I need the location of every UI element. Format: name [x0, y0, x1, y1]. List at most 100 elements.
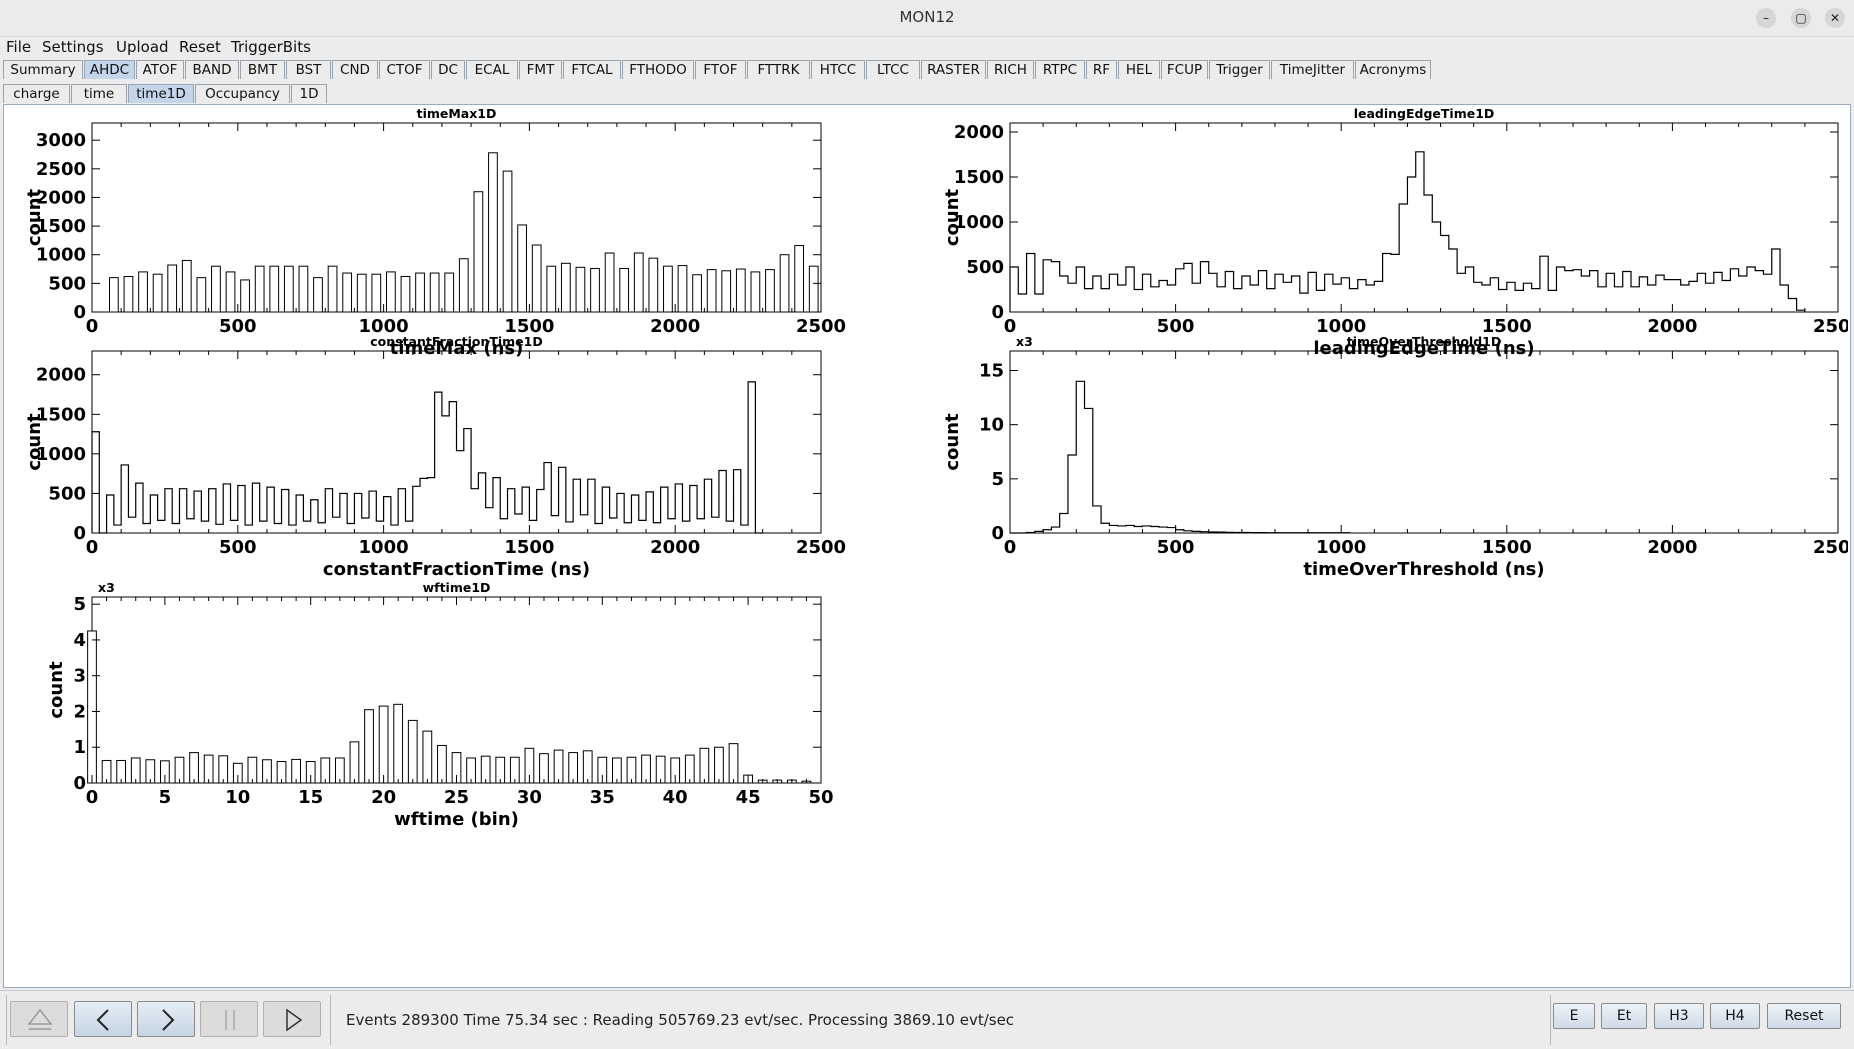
tab-ftof[interactable]: FTOF — [695, 60, 746, 79]
chart4-bar — [393, 703, 404, 784]
h3-button[interactable]: H3 — [1654, 1003, 1704, 1029]
pause-icon — [225, 1010, 235, 1030]
chart4-bar — [364, 709, 374, 784]
maximize-button[interactable]: ▢ — [1791, 8, 1811, 28]
chart4-bar — [655, 755, 666, 784]
pause-button[interactable] — [200, 1001, 258, 1037]
chart0-xtick-label: 2000 — [650, 316, 700, 337]
tab-band[interactable]: BAND — [185, 60, 239, 79]
chart0-bar — [386, 271, 396, 313]
chart4-xlabel: wftime (bin) — [394, 809, 519, 830]
chart0-bar — [444, 272, 455, 313]
chart2-xlabel: constantFractionTime (ns) — [323, 559, 590, 580]
chart3-scale-label: x3 — [1016, 334, 1033, 349]
chart4-xtick-label: 5 — [159, 787, 172, 808]
minimize-button[interactable]: – — [1756, 8, 1776, 28]
chart1-title: leadingEdgeTime1D — [1354, 106, 1495, 121]
subtab-time[interactable]: time — [71, 84, 127, 103]
menu-settings[interactable]: Settings — [42, 36, 104, 58]
chart4-ytick-label: 4 — [73, 630, 86, 651]
tab-cnd[interactable]: CND — [332, 60, 378, 79]
tab-dc[interactable]: DC — [431, 60, 465, 79]
tab-fmt[interactable]: FMT — [519, 60, 562, 79]
tab-ftcal[interactable]: FTCAL — [563, 60, 621, 79]
tab-ctof[interactable]: CTOF — [379, 60, 430, 79]
reset-button[interactable]: Reset — [1767, 1003, 1841, 1029]
chart4-bar — [437, 744, 447, 784]
chart3-xtick-label: 0 — [1004, 537, 1017, 558]
chart4-xtick-label: 0 — [86, 787, 99, 808]
tab-fttrk[interactable]: FTTRK — [747, 60, 810, 79]
tab-summary[interactable]: Summary — [3, 60, 83, 79]
maximize-icon: ▢ — [1795, 11, 1807, 25]
previous-button[interactable] — [74, 1001, 132, 1037]
chart0-bar — [283, 265, 294, 313]
subtab-1d[interactable]: 1D — [291, 84, 327, 103]
chart0-ytick-label: 0 — [73, 302, 86, 323]
chart3-ytick-label: 10 — [979, 415, 1004, 436]
chart0-ylabel: count — [24, 188, 45, 246]
et-button[interactable]: Et — [1601, 1003, 1647, 1029]
chart3-ytick-label: 5 — [991, 469, 1004, 490]
subtab-time1d[interactable]: time1D — [128, 84, 194, 103]
tab-rich[interactable]: RICH — [987, 60, 1034, 79]
chevron-right-icon — [162, 1009, 175, 1031]
tab-bst[interactable]: BST — [286, 60, 331, 79]
tab-ahdc[interactable]: AHDC — [84, 60, 135, 79]
chart4-bar — [378, 705, 389, 784]
tab-bmt[interactable]: BMT — [240, 60, 285, 79]
next-button[interactable] — [137, 1001, 195, 1037]
menu-triggerbits[interactable]: TriggerBits — [231, 36, 311, 58]
tab-ecal[interactable]: ECAL — [466, 60, 518, 79]
h4-button[interactable]: H4 — [1710, 1003, 1760, 1029]
tab-fthodo[interactable]: FTHODO — [622, 60, 694, 79]
status-text: Events 289300 Time 75.34 sec : Reading 5… — [346, 1011, 1015, 1029]
play-icon — [286, 1008, 303, 1032]
chart0-bar — [677, 265, 688, 313]
subtab-occupancy[interactable]: Occupancy — [195, 84, 290, 103]
chart0-bar — [371, 273, 382, 313]
chart4-bar — [203, 754, 214, 784]
chart0-bar — [196, 277, 207, 313]
chart4-xtick-label: 35 — [590, 787, 615, 808]
tab-atof[interactable]: ATOF — [136, 60, 184, 79]
chart3-xtick-label: 2500 — [1813, 537, 1848, 558]
eject-button[interactable] — [10, 1001, 68, 1037]
chart3-xtick-label: 2000 — [1647, 537, 1697, 558]
chart4-bar — [728, 743, 739, 784]
tab-trigger[interactable]: Trigger — [1209, 60, 1270, 79]
tab-rtpc[interactable]: RTPC — [1035, 60, 1085, 79]
menu-file[interactable]: File — [6, 36, 31, 58]
chart4-bar — [218, 755, 229, 784]
tab-htcc[interactable]: HTCC — [811, 60, 865, 79]
chart0-bar — [575, 266, 586, 313]
chart4-bar — [684, 754, 695, 784]
tab-raster[interactable]: RASTER — [921, 60, 986, 79]
tab-hel[interactable]: HEL — [1118, 60, 1160, 79]
tab-acronyms[interactable]: Acronyms — [1355, 60, 1431, 79]
tab-ltcc[interactable]: LTCC — [866, 60, 920, 79]
chart3-xtick-label: 1000 — [1316, 537, 1366, 558]
play-button[interactable] — [263, 1001, 321, 1037]
chart0-bar — [181, 259, 192, 313]
chart2-xtick-label: 0 — [86, 537, 99, 558]
subtab-charge[interactable]: charge — [3, 84, 70, 103]
chart0-xtick-label: 500 — [219, 316, 257, 337]
chart4-ytick-label: 5 — [73, 594, 86, 615]
chart0-xtick-label: 0 — [86, 316, 99, 337]
e-button[interactable]: E — [1553, 1003, 1595, 1029]
tab-rf[interactable]: RF — [1086, 60, 1117, 79]
chart0-bar — [356, 273, 367, 313]
chart0-bar — [648, 257, 659, 313]
menu-reset[interactable]: Reset — [179, 36, 221, 58]
chart0-bar — [517, 224, 527, 313]
tab-timejitter[interactable]: TimeJitter — [1271, 60, 1354, 79]
chart2-title: constantFractionTime1D — [370, 334, 543, 349]
chevron-left-icon — [96, 1009, 109, 1031]
chart3-histogram-line — [1010, 380, 1351, 534]
close-button[interactable]: ✕ — [1825, 8, 1845, 28]
chart0-bar — [342, 272, 353, 313]
menu-upload[interactable]: Upload — [116, 36, 169, 58]
tab-fcup[interactable]: FCUP — [1161, 60, 1208, 79]
title-bar: MON12 – ▢ ✕ — [0, 0, 1854, 37]
